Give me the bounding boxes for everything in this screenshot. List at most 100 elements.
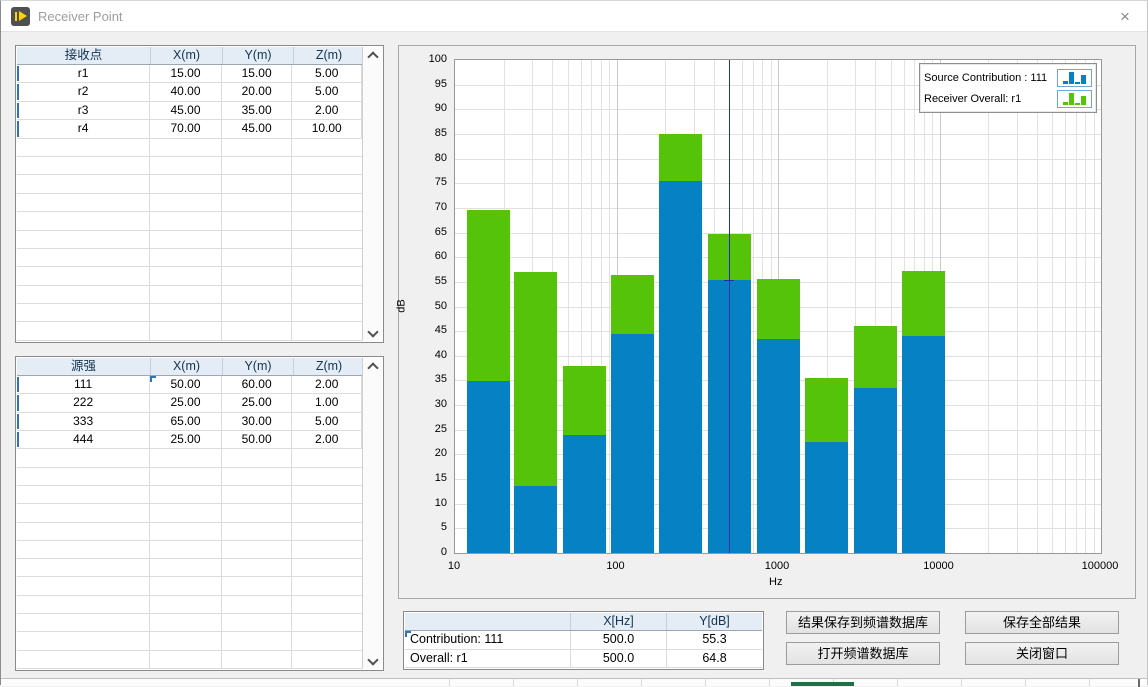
table-cell[interactable]	[150, 139, 222, 156]
table-cell[interactable]	[222, 468, 293, 485]
table-cell[interactable]: 111	[17, 376, 150, 393]
table-cell[interactable]	[17, 577, 150, 594]
table-cell[interactable]: 222	[17, 394, 150, 411]
table-cell[interactable]	[292, 267, 362, 284]
table-cell[interactable]	[17, 559, 150, 576]
table-cell[interactable]	[150, 596, 222, 613]
table-cell[interactable]	[222, 286, 293, 303]
table-cell[interactable]: 30.00	[222, 413, 293, 430]
table-cell[interactable]: 60.00	[222, 376, 293, 393]
table-cell[interactable]	[222, 559, 293, 576]
table-cell[interactable]	[292, 286, 362, 303]
table-cell[interactable]	[292, 632, 362, 649]
table-cell[interactable]: 2.00	[292, 376, 362, 393]
table-cell[interactable]	[292, 614, 362, 631]
table-cell[interactable]	[150, 175, 222, 192]
spectrum-chart[interactable]: 0510152025303540455055606570758085909510…	[398, 45, 1136, 599]
scroll-up-arrow-icon[interactable]	[363, 358, 382, 375]
table-cell[interactable]	[222, 249, 293, 266]
table-cell[interactable]: r4	[17, 120, 150, 137]
table-cell[interactable]: r1	[17, 65, 150, 82]
table-cell[interactable]	[150, 267, 222, 284]
table-cell[interactable]	[150, 449, 222, 466]
table-cell[interactable]	[292, 194, 362, 211]
scroll-down-arrow-icon[interactable]	[363, 652, 382, 669]
table-cell[interactable]	[17, 231, 150, 248]
table-cell[interactable]: 70.00	[150, 120, 222, 137]
table-cell[interactable]	[222, 651, 293, 668]
table-cell[interactable]	[17, 614, 150, 631]
table-cell[interactable]	[222, 304, 293, 321]
table-cell[interactable]	[150, 286, 222, 303]
table-cell[interactable]	[17, 175, 150, 192]
table-cell[interactable]: 5.00	[292, 413, 362, 430]
table-cell[interactable]	[150, 468, 222, 485]
plot-area[interactable]	[454, 59, 1102, 554]
table-cell[interactable]	[17, 322, 150, 339]
table-cell[interactable]	[222, 267, 293, 284]
source-strength-table[interactable]: 源强X(m)Y(m)Z(m)11150.0060.002.0022225.002…	[15, 356, 384, 671]
table-cell[interactable]	[150, 651, 222, 668]
table-cell[interactable]	[17, 212, 150, 229]
table-cell[interactable]: 10.00	[292, 120, 362, 137]
table-cell[interactable]	[17, 449, 150, 466]
table-cell[interactable]	[222, 175, 293, 192]
scroll-down-arrow-icon[interactable]	[363, 324, 382, 341]
save-all-results-button[interactable]: 保存全部结果	[965, 611, 1119, 634]
table-cell[interactable]	[222, 157, 293, 174]
table-cell[interactable]	[222, 541, 293, 558]
table-cell[interactable]: Contribution: 111	[405, 631, 571, 649]
table-cell[interactable]: 500.0	[571, 650, 667, 668]
table-cell[interactable]: 55.3	[667, 631, 762, 649]
table-cell[interactable]: Overall: r1	[405, 650, 571, 668]
legend-item[interactable]: Receiver Overall: r1	[924, 88, 1092, 109]
table-cell[interactable]	[222, 194, 293, 211]
table-cell[interactable]	[17, 632, 150, 649]
table-cell[interactable]: 40.00	[150, 83, 222, 100]
table-cell[interactable]	[17, 486, 150, 503]
table-cell[interactable]	[222, 523, 293, 540]
table-cell[interactable]: r3	[17, 102, 150, 119]
table-cell[interactable]: 64.8	[667, 650, 762, 668]
close-icon[interactable]: ×	[1113, 5, 1137, 29]
table-cell[interactable]: 15.00	[222, 65, 293, 82]
receiver-points-table[interactable]: 接收点X(m)Y(m)Z(m)r115.0015.005.00r240.0020…	[15, 45, 384, 343]
table-cell[interactable]	[150, 249, 222, 266]
table-cell[interactable]	[292, 596, 362, 613]
table-cell[interactable]: 333	[17, 413, 150, 430]
table-cell[interactable]: 444	[17, 431, 150, 448]
table-cell[interactable]: 2.00	[292, 102, 362, 119]
table-cell[interactable]	[17, 541, 150, 558]
table-cell[interactable]: 15.00	[150, 65, 222, 82]
table-cell[interactable]	[222, 231, 293, 248]
table-cell[interactable]	[292, 468, 362, 485]
table-cell[interactable]: 65.00	[150, 413, 222, 430]
table-cell[interactable]	[292, 523, 362, 540]
scroll-up-arrow-icon[interactable]	[363, 47, 382, 64]
table-cell[interactable]: 25.00	[222, 394, 293, 411]
table-cell[interactable]: 35.00	[222, 102, 293, 119]
table-cell[interactable]	[222, 486, 293, 503]
table-cell[interactable]	[150, 504, 222, 521]
table-cell[interactable]: 5.00	[292, 83, 362, 100]
table-cell[interactable]	[222, 577, 293, 594]
table-cell[interactable]	[292, 249, 362, 266]
table-cell[interactable]	[292, 486, 362, 503]
table-cell[interactable]	[222, 212, 293, 229]
table-cell[interactable]	[150, 632, 222, 649]
table-cell[interactable]	[292, 449, 362, 466]
table-cell[interactable]: 25.00	[150, 394, 222, 411]
legend-item[interactable]: Source Contribution : 111	[924, 67, 1092, 88]
table-cell[interactable]	[17, 286, 150, 303]
table-cell[interactable]: 50.00	[222, 431, 293, 448]
table-cell[interactable]	[292, 304, 362, 321]
table-cell[interactable]	[17, 249, 150, 266]
table-cell[interactable]	[292, 322, 362, 339]
table-cell[interactable]	[292, 541, 362, 558]
table-cell[interactable]	[150, 322, 222, 339]
table-cell[interactable]	[17, 651, 150, 668]
table-cell[interactable]	[150, 486, 222, 503]
table-cell[interactable]: 1.00	[292, 394, 362, 411]
table-cell[interactable]	[150, 523, 222, 540]
table-cell[interactable]	[292, 577, 362, 594]
